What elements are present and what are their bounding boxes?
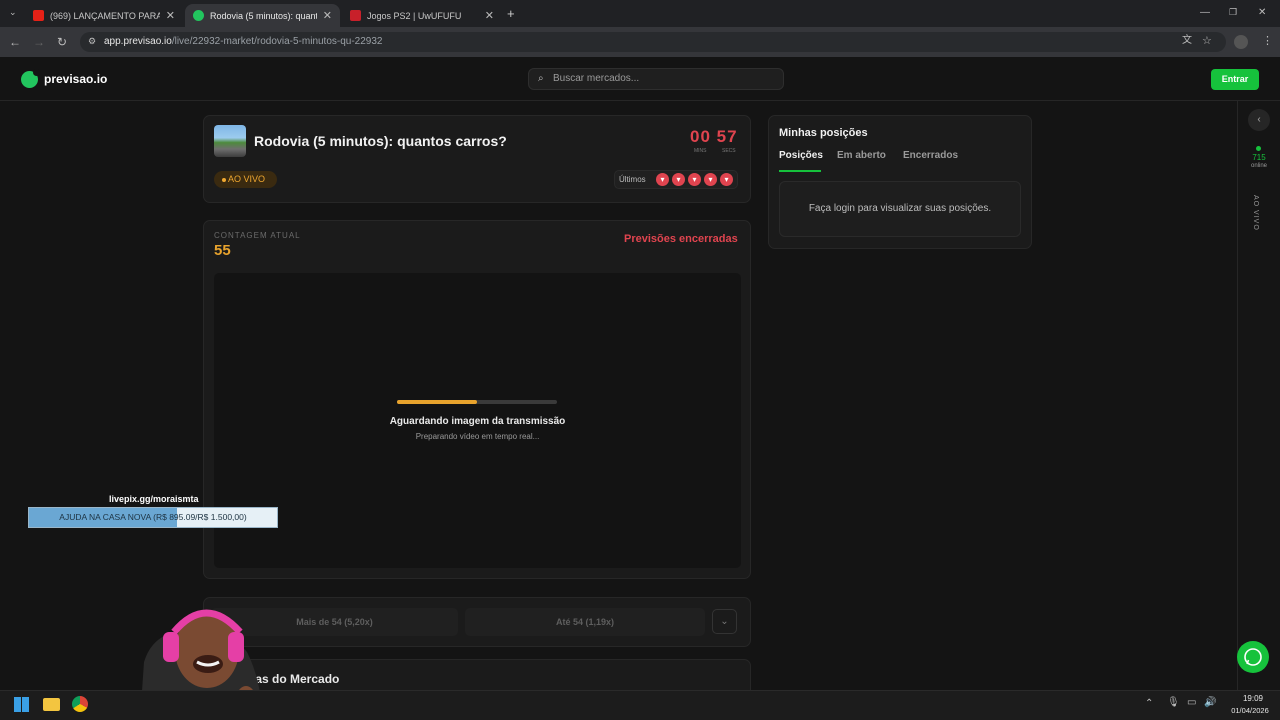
- last-result-down-icon: ▾: [704, 173, 717, 186]
- market-header-card: [203, 115, 751, 203]
- tab-uwufufu[interactable]: Jogos PS2 | UwUFUFU ✕: [342, 4, 502, 27]
- translate-icon[interactable]: 文: [1182, 36, 1192, 46]
- loading-progress-fill: [397, 400, 477, 404]
- logo-text[interactable]: previsao.io: [44, 72, 107, 86]
- donation-goal-bar: AJUDA NA CASA NOVA (R$ 895.09/R$ 1.500,0…: [28, 507, 278, 528]
- site-info-icon[interactable]: ⚙: [88, 37, 96, 46]
- forward-icon[interactable]: →: [33, 36, 45, 48]
- browser-tab-strip: ⌄ (969) LANÇAMENTO PARA A LU ✕ Rodovia (…: [0, 0, 1280, 27]
- login-button[interactable]: Entrar: [1211, 69, 1259, 90]
- countdown-timer: 00 57: [690, 127, 738, 147]
- positions-empty-state: Faça login para visualizar suas posições…: [779, 181, 1021, 237]
- timer-seconds-label: SECS: [722, 148, 736, 154]
- reload-icon[interactable]: ↻: [57, 36, 67, 48]
- timer-seconds: 57: [716, 127, 738, 146]
- timer-minutes-label: MINS: [694, 148, 707, 154]
- tab-positions[interactable]: Posições: [779, 150, 823, 161]
- predictions-status: Previsões encerradas: [624, 233, 738, 245]
- last-result-down-icon: ▾: [720, 173, 733, 186]
- clock-time[interactable]: 19:09: [1228, 694, 1278, 703]
- clock-date[interactable]: 01/04/2026: [1222, 706, 1278, 715]
- market-thumbnail: [214, 125, 246, 157]
- windows-start-icon[interactable]: [14, 697, 29, 712]
- profile-avatar-icon[interactable]: [1234, 35, 1248, 49]
- positions-title: Minhas posições: [779, 127, 868, 139]
- logo-icon[interactable]: [21, 69, 40, 88]
- last-result-down-icon: ▾: [656, 173, 669, 186]
- microphone-icon[interactable]: 🎙: [1167, 698, 1180, 708]
- donation-goal-text: AJUDA NA CASA NOVA (R$ 895.09/R$ 1.500,0…: [59, 512, 247, 522]
- search-input[interactable]: ⌕ Buscar mercados...: [528, 68, 784, 90]
- close-icon[interactable]: ✕: [166, 9, 175, 22]
- online-label: online: [1250, 163, 1267, 169]
- file-explorer-icon[interactable]: [43, 698, 60, 711]
- whatsapp-icon: [1244, 648, 1262, 666]
- tab-title: Jogos PS2 | UwUFUFU: [367, 10, 462, 21]
- timer-minutes: 00: [690, 127, 711, 146]
- loading-progress-bar: [397, 400, 557, 404]
- tab-title: (969) LANÇAMENTO PARA A LU: [50, 10, 160, 21]
- waiting-subtitle: Preparando vídeo em tempo real...: [415, 432, 540, 441]
- close-icon[interactable]: ✕: [323, 9, 332, 22]
- online-indicator-icon: [1256, 146, 1261, 151]
- windows-taskbar: [0, 690, 1280, 720]
- search-icon: ⌕: [538, 73, 544, 84]
- right-rail: [1237, 101, 1280, 691]
- search-placeholder: Buscar mercados...: [553, 73, 640, 84]
- bookmark-star-icon[interactable]: ☆: [1202, 36, 1212, 47]
- chat-button[interactable]: [1237, 641, 1269, 673]
- chevron-up-icon[interactable]: ⌃: [1145, 699, 1153, 709]
- volume-icon[interactable]: 🔊: [1204, 698, 1216, 708]
- livepix-handle: livepix.gg/moraismta: [109, 494, 199, 504]
- chrome-icon[interactable]: [72, 696, 88, 712]
- previsao-favicon-icon: [193, 10, 204, 21]
- market-title: Rodovia (5 minutos): quantos carros?: [254, 133, 507, 149]
- tab-youtube[interactable]: (969) LANÇAMENTO PARA A LU ✕: [25, 4, 183, 27]
- menu-dots-icon[interactable]: ⋮: [1262, 36, 1273, 47]
- url-path: /live/22932-market/rodovia-5-minutos-qu-…: [171, 36, 383, 47]
- close-icon[interactable]: ✕: [485, 9, 494, 22]
- live-badge: AO VIVO: [214, 171, 277, 188]
- chevron-left-icon[interactable]: ‹: [1248, 109, 1270, 131]
- tab-closed[interactable]: Encerrados: [903, 150, 958, 161]
- count-value: 55: [214, 242, 231, 259]
- tab-search-icon[interactable]: ⌄: [9, 8, 17, 17]
- minimize-icon[interactable]: —: [1200, 8, 1210, 18]
- uwufufu-icon: [350, 10, 361, 21]
- tab-open[interactable]: Em aberto: [837, 150, 886, 161]
- back-icon[interactable]: ←: [9, 36, 21, 48]
- last-result-down-icon: ▾: [688, 173, 701, 186]
- tab-title: Rodovia (5 minutos): quantos c: [210, 10, 317, 21]
- youtube-icon: [33, 10, 44, 21]
- count-label: CONTAGEM ATUAL: [214, 231, 301, 240]
- new-tab-icon[interactable]: +: [507, 7, 515, 20]
- waiting-title: Aguardando imagem da transmissão: [389, 416, 566, 427]
- online-count: 715: [1252, 153, 1266, 162]
- network-icon[interactable]: ▭: [1187, 698, 1196, 708]
- address-bar[interactable]: ⚙ app.previsao.io/live/22932-market/rodo…: [80, 32, 1226, 52]
- active-tab-indicator: [779, 170, 821, 172]
- close-window-icon[interactable]: ✕: [1258, 8, 1266, 18]
- restore-icon[interactable]: ❐: [1229, 8, 1237, 17]
- rail-live-label[interactable]: AO VIVO: [1252, 195, 1259, 231]
- tab-previsao[interactable]: Rodovia (5 minutos): quantos c ✕: [185, 4, 340, 27]
- chevron-down-icon[interactable]: ⌄: [712, 609, 737, 634]
- url-host: app.previsao.io: [104, 36, 172, 47]
- bet-under-button[interactable]: Até 54 (1,19x): [465, 608, 705, 636]
- last-result-down-icon: ▾: [672, 173, 685, 186]
- last-results-label: Últimos: [619, 175, 646, 184]
